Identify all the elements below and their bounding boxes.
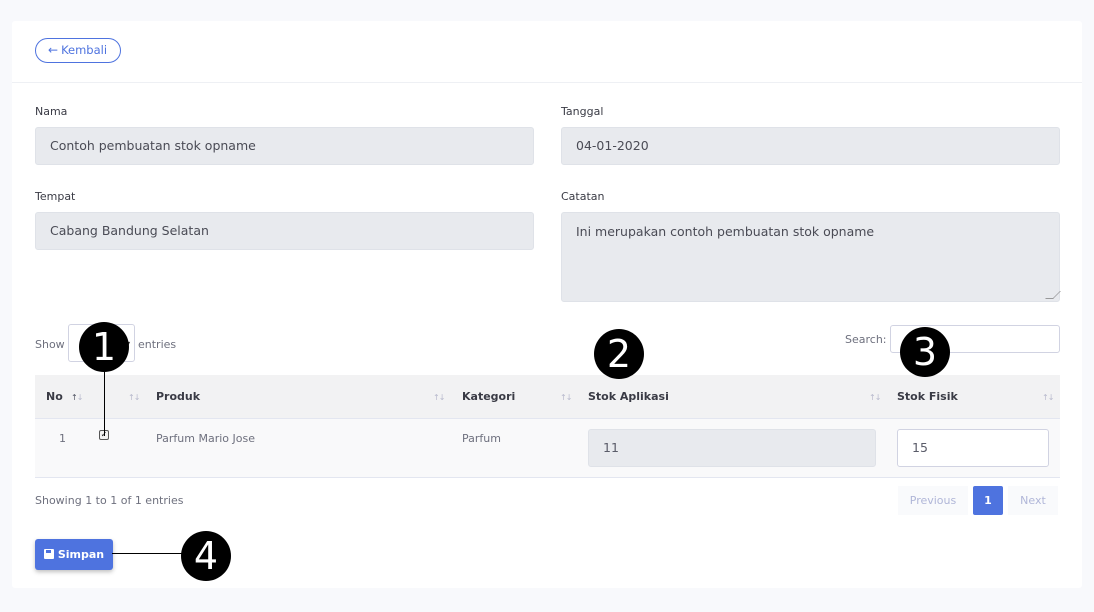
row-no: 1 [59, 432, 66, 445]
column-stok-aplikasi[interactable]: Stok Aplikasi [588, 390, 669, 403]
back-button-label: Kembali [61, 43, 108, 57]
save-button[interactable]: Simpan [35, 539, 113, 570]
table-info: Showing 1 to 1 of 1 entries [35, 494, 184, 507]
tempat-field[interactable]: Cabang Bandung Selatan [35, 212, 534, 250]
tanggal-label: Tanggal [561, 105, 604, 118]
resize-handle-icon[interactable] [1045, 291, 1061, 299]
catatan-textarea[interactable]: Ini merupakan contoh pembuatan stok opna… [561, 212, 1061, 302]
row-produk: Parfum Mario Jose [156, 432, 255, 445]
save-icon [43, 549, 54, 559]
pagination-page-1[interactable]: 1 [973, 486, 1003, 515]
card-header: ← Kembali [12, 21, 1082, 83]
sort-icon[interactable]: ↑↓ [128, 393, 140, 402]
pagination-previous[interactable]: Previous [898, 486, 968, 515]
tanggal-field[interactable]: 04-01-2020 [561, 127, 1060, 165]
catatan-label: Catatan [561, 190, 605, 203]
marker-1: 1 [79, 322, 129, 372]
marker-4: 4 [181, 531, 231, 581]
stok-aplikasi-input[interactable]: 11 [588, 429, 876, 467]
sort-icon[interactable]: ↑↓ [433, 393, 445, 402]
pagination-next[interactable]: Next [1008, 486, 1058, 515]
stock-opname-card: ← Kembali Nama Contoh pembuatan stok opna… [12, 21, 1082, 588]
column-stok-fisik[interactable]: Stok Fisik [897, 390, 958, 403]
table-header: No ↑↓ ↑↓ Produk ↑↓ Kategori ↑↓ Stok Apli… [35, 375, 1060, 419]
sort-icon[interactable]: ↑↓ [1042, 393, 1054, 402]
marker-4-line [112, 553, 184, 554]
nama-label: Nama [35, 105, 68, 118]
stok-fisik-input[interactable]: 15 [897, 429, 1049, 467]
back-button[interactable]: ← Kembali [35, 38, 122, 63]
catatan-value: Ini merupakan contoh pembuatan stok opna… [576, 224, 875, 239]
marker-3: 3 [900, 327, 950, 377]
column-no[interactable]: No [46, 390, 63, 403]
entries-label: entries [138, 338, 177, 351]
row-kategori: Parfum [462, 432, 501, 445]
sort-icon[interactable]: ↑↓ [71, 393, 83, 402]
search-label: Search: [845, 333, 887, 346]
marker-2: 2 [594, 329, 644, 379]
column-kategori[interactable]: Kategori [462, 390, 515, 403]
column-produk[interactable]: Produk [156, 390, 200, 403]
arrow-left-icon: ← [48, 43, 59, 57]
save-button-label: Simpan [57, 548, 105, 561]
tempat-label: Tempat [35, 190, 76, 203]
sort-icon[interactable]: ↑↓ [869, 393, 881, 402]
sort-icon[interactable]: ↑↓ [560, 393, 572, 402]
show-label: Show [35, 338, 65, 351]
table-row: 1 ✓ Parfum Mario Jose Parfum 11 15 [35, 419, 1060, 478]
nama-field[interactable]: Contoh pembuatan stok opname [35, 127, 534, 165]
